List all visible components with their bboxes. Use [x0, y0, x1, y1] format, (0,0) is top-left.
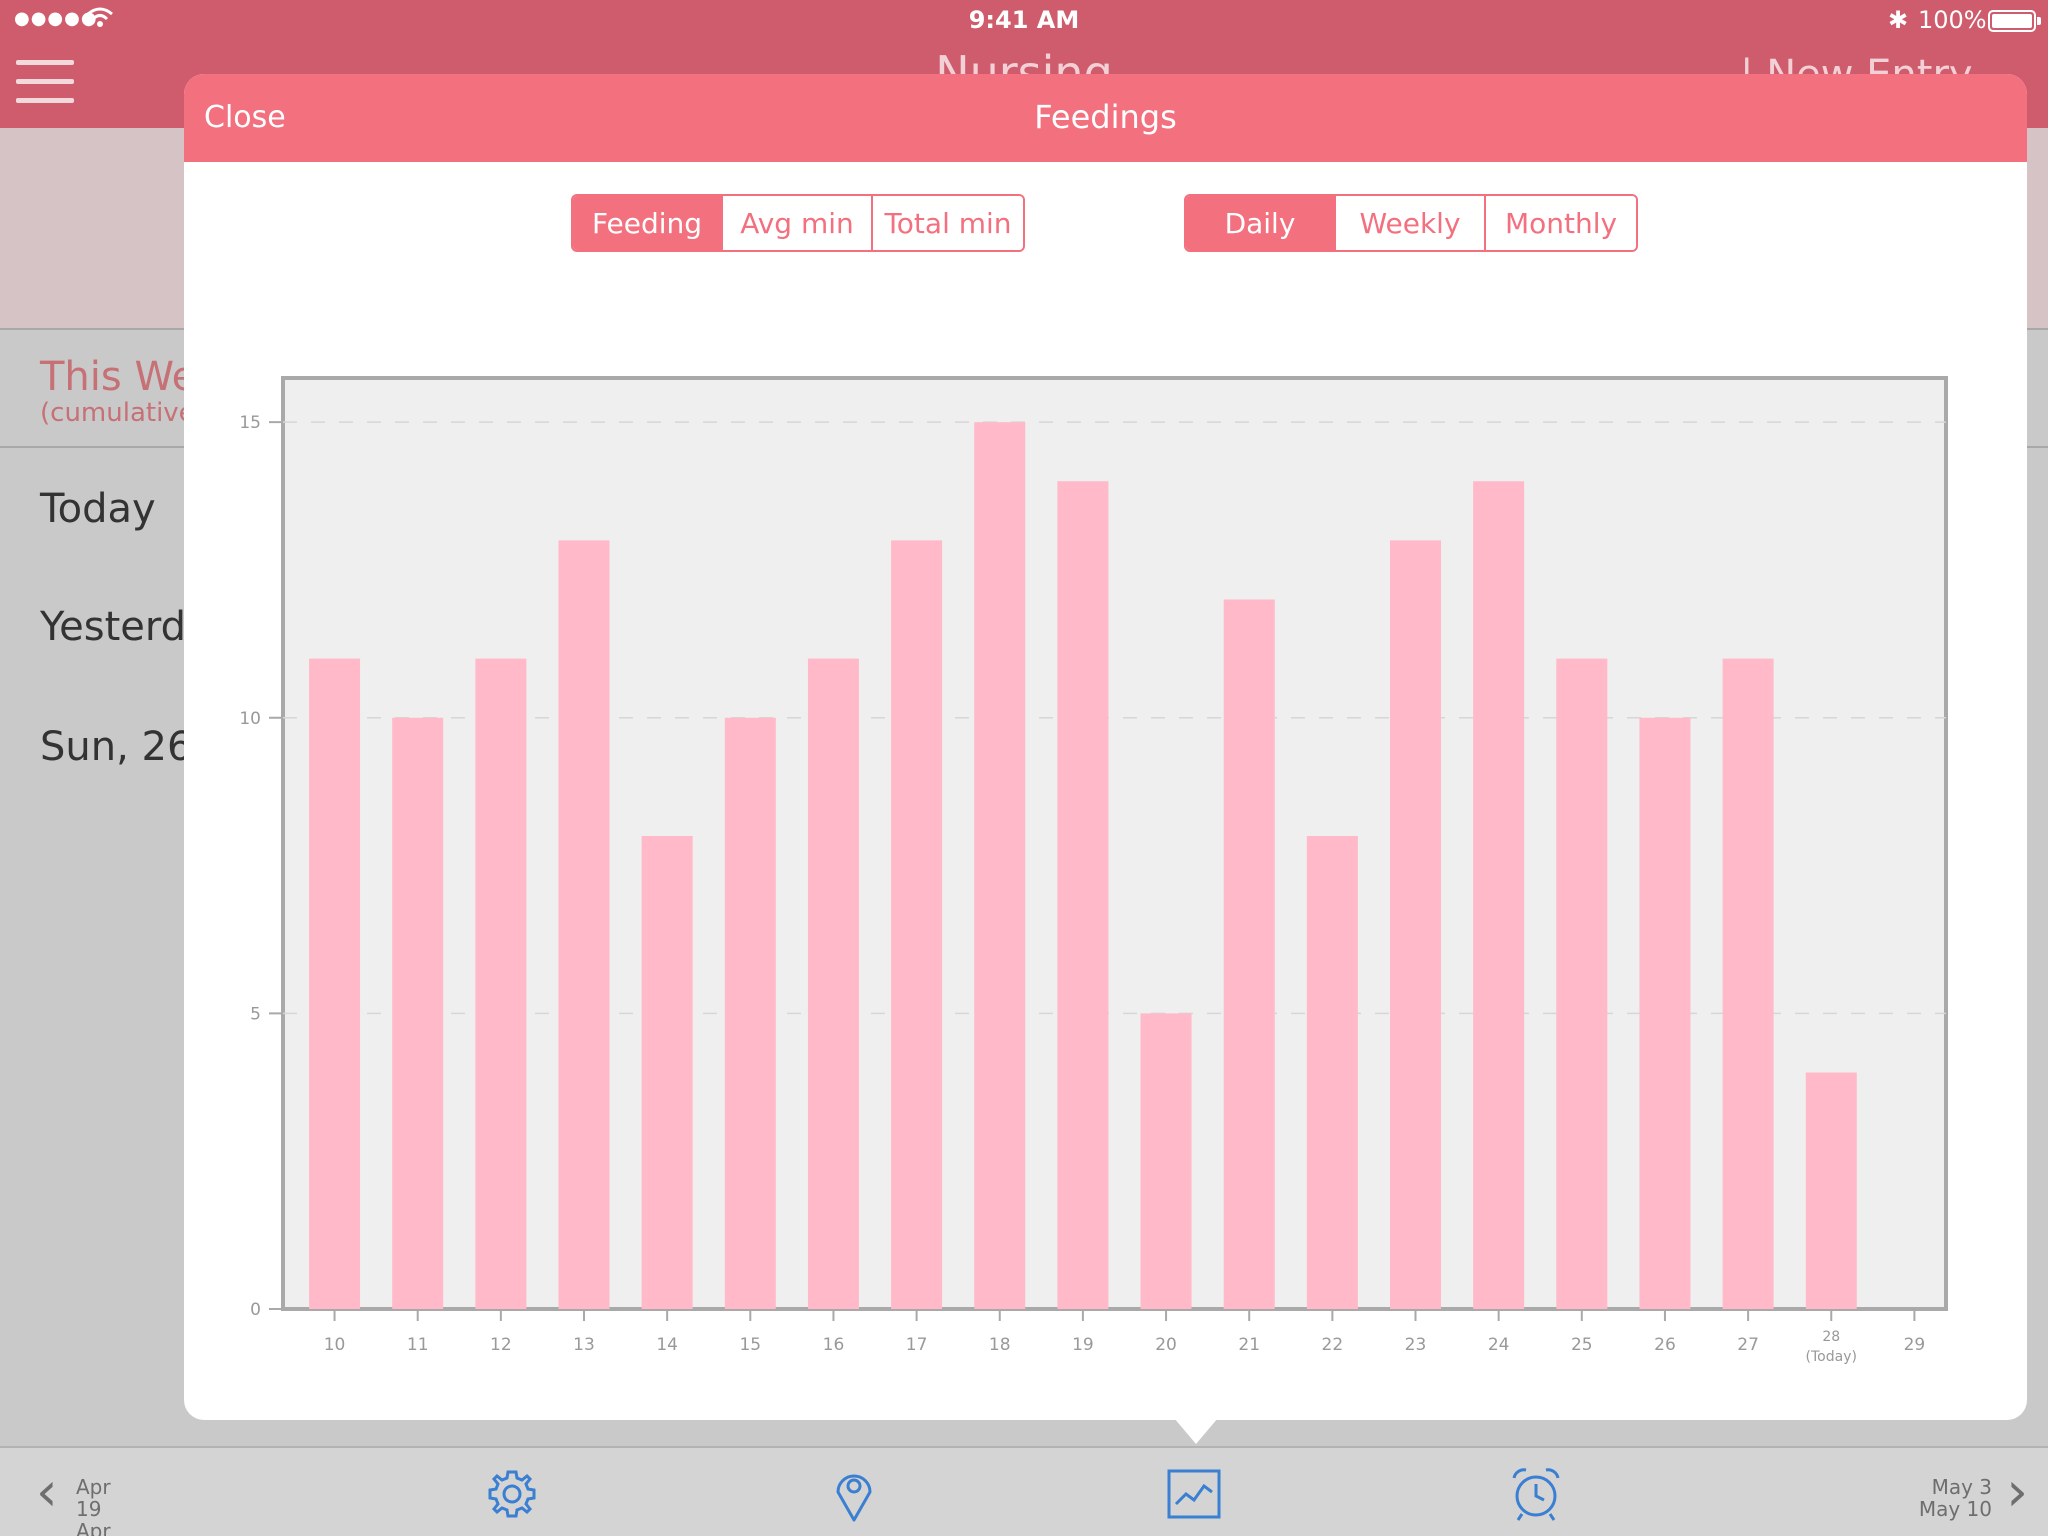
x-tick-label: 15: [739, 1335, 761, 1355]
feedings-bar-chart: 0 5 10 15 10 11 12 13 14 15 16 17 18 19 20 21 22 23 24 25 26…: [239, 376, 1948, 1365]
x-tick-label: 17: [906, 1335, 928, 1355]
modal-header: Close Feedings: [184, 74, 2027, 162]
today-label: (Today): [1806, 1349, 1857, 1365]
y-tick-label: 15: [239, 413, 261, 433]
x-tick-label: 27: [1737, 1335, 1759, 1355]
tab-total-min[interactable]: Total min: [873, 196, 1023, 250]
x-tick-label: 23: [1405, 1335, 1427, 1355]
x-tick-label: 26: [1654, 1335, 1676, 1355]
bar: [1805, 1072, 1857, 1309]
y-tick-label: 0: [250, 1300, 261, 1320]
tab-monthly[interactable]: Monthly: [1486, 196, 1636, 250]
bar: [1057, 481, 1109, 1309]
y-tick-label: 5: [250, 1004, 261, 1024]
bar: [974, 422, 1026, 1309]
bar: [1223, 599, 1275, 1309]
alarm-clock-icon[interactable]: [1508, 1466, 1564, 1522]
x-tick-label: 20: [1155, 1335, 1177, 1355]
bar: [558, 540, 610, 1309]
location-pin-icon[interactable]: [826, 1466, 882, 1522]
gear-icon[interactable]: [484, 1466, 540, 1522]
x-tick-label: 10: [324, 1335, 346, 1355]
x-tick-label: 28: [1822, 1329, 1840, 1345]
battery-icon: [1988, 10, 2041, 32]
feedings-modal: Close Feedings Feeding Avg min Total min…: [184, 74, 2027, 1420]
bottom-toolbar: ‹ Apr 19 Apr 26 › May 3 May 10: [0, 1446, 2048, 1536]
metric-segmented-control: Feeding Avg min Total min: [571, 194, 1025, 252]
tab-weekly[interactable]: Weekly: [1336, 196, 1486, 250]
x-tick-label: 25: [1571, 1335, 1593, 1355]
bar: [1722, 658, 1774, 1309]
bar: [1390, 540, 1442, 1309]
prev-date-start: Apr 19: [76, 1475, 111, 1521]
tab-feeding[interactable]: Feeding: [573, 196, 723, 250]
x-tick-label: 14: [656, 1335, 678, 1355]
bar: [891, 540, 943, 1309]
tab-avg-min[interactable]: Avg min: [723, 196, 873, 250]
x-tick-label: 13: [573, 1335, 595, 1355]
status-bar: ●●●●● 9:41 AM ✱ 100%: [0, 0, 2048, 40]
bar: [475, 658, 527, 1309]
y-tick-label: 10: [239, 709, 261, 729]
tab-daily[interactable]: Daily: [1186, 196, 1336, 250]
bar: [392, 717, 444, 1309]
bar: [724, 717, 776, 1309]
period-segmented-control: Daily Weekly Monthly: [1184, 194, 1638, 252]
popover-arrow: [1174, 1418, 1218, 1444]
bar: [641, 836, 693, 1309]
day-row-today[interactable]: Today: [40, 486, 156, 532]
bar: [1556, 658, 1608, 1309]
x-tick-label: 12: [490, 1335, 512, 1355]
bar: [807, 658, 859, 1309]
next-date-start: May 3: [1931, 1475, 1992, 1499]
bar: [1639, 717, 1691, 1309]
bar: [1140, 1013, 1192, 1309]
week-subtitle: (cumulative): [40, 398, 205, 428]
bar: [1306, 836, 1358, 1309]
x-tick-label: 21: [1238, 1335, 1260, 1355]
battery-percent: 100%: [1918, 6, 1987, 34]
next-date-end: May 10: [1918, 1497, 1992, 1521]
status-time: 9:41 AM: [968, 6, 1080, 34]
chevron-right-icon: ›: [2006, 1460, 2028, 1523]
chevron-left-icon: ‹: [36, 1460, 58, 1523]
x-tick-label: 22: [1322, 1335, 1344, 1355]
plot-area: [281, 376, 1948, 1311]
prev-date-end: Apr 26: [76, 1519, 111, 1536]
x-tick-label: 11: [407, 1335, 429, 1355]
bluetooth-icon: ✱: [1888, 6, 1909, 34]
x-tick-label: 29: [1904, 1335, 1926, 1355]
x-tick-label: 18: [989, 1335, 1011, 1355]
x-tick-label: 24: [1488, 1335, 1510, 1355]
x-tick-label: 16: [823, 1335, 845, 1355]
day-row-sun-26[interactable]: Sun, 26: [40, 724, 192, 770]
x-tick-label: 19: [1072, 1335, 1094, 1355]
bar: [1473, 481, 1525, 1309]
bar: [309, 658, 361, 1309]
chart-icon[interactable]: [1166, 1466, 1222, 1522]
modal-title: Feedings: [1034, 98, 1177, 136]
